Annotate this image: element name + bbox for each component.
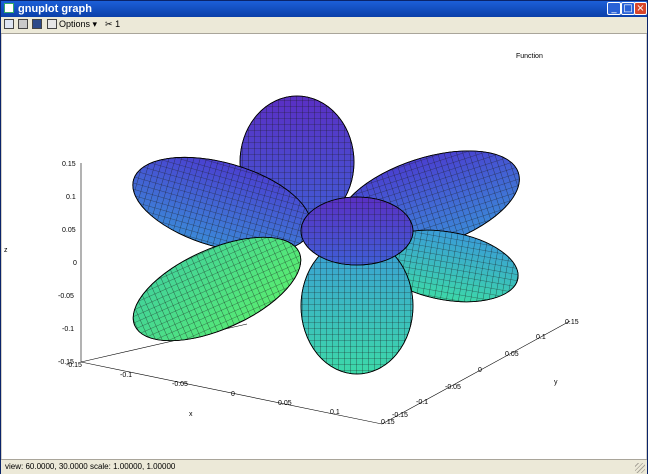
y-axis-ticks: -0.15 -0.1 -0.05 0 0.05 0.1 0.15	[392, 319, 579, 419]
y-tick: 0.05	[505, 351, 519, 358]
x-axis-label: x	[189, 411, 193, 418]
z-tick: 0.05	[62, 227, 76, 234]
chevron-down-icon: ▾	[92, 19, 98, 29]
mouse-count: 1	[115, 19, 121, 29]
copy-icon[interactable]	[4, 19, 14, 29]
close-icon: ×	[636, 3, 645, 14]
x-tick: -0.1	[120, 372, 132, 379]
center-lobe	[300, 196, 414, 266]
y-tick: 0.1	[536, 334, 546, 341]
z-axis-label: z	[4, 247, 8, 254]
y-tick: -0.1	[416, 399, 428, 406]
mouse-toggle-button[interactable]: ✂ 1	[105, 18, 120, 31]
x-tick: 0.1	[330, 409, 340, 416]
gnuplot-icon	[4, 3, 14, 13]
save-icon[interactable]	[32, 19, 42, 29]
z-tick: 0	[73, 260, 77, 267]
x-tick: -0.05	[172, 381, 188, 388]
y-tick: -0.15	[392, 412, 408, 419]
x-tick: 0.15	[381, 419, 395, 426]
x-tick: -0.15	[66, 362, 82, 369]
options-icon	[47, 19, 57, 29]
z-axis-ticks: 0.15 0.1 0.05 0 -0.05 -0.1 -0.15	[58, 161, 77, 366]
minimize-icon: _	[611, 3, 617, 14]
maximize-icon: □	[623, 3, 633, 14]
z-tick: -0.05	[58, 293, 74, 300]
plot-area[interactable]: Function 0.15 0.1 0.05 0 -0.05 -0.1 -0.1…	[2, 34, 646, 459]
x-tick: 0	[231, 391, 235, 398]
status-bar: view: 60.0000, 30.0000 scale: 1.00000, 1…	[1, 459, 647, 474]
y-axis-label: y	[554, 379, 558, 386]
plot-title: Function	[516, 53, 543, 60]
print-icon[interactable]	[18, 19, 28, 29]
title-bar[interactable]: gnuplot graph _ □ ×	[1, 1, 647, 17]
window-title: gnuplot graph	[18, 3, 92, 15]
z-tick: 0.1	[66, 194, 76, 201]
z-tick: -0.1	[62, 326, 74, 333]
gnuplot-window: gnuplot graph _ □ × Options ▾ ✂ 1 Functi…	[0, 0, 648, 474]
minimize-button[interactable]: _	[607, 2, 621, 15]
close-button[interactable]: ×	[634, 2, 647, 15]
maximize-button[interactable]: □	[621, 2, 635, 15]
y-tick: 0.15	[565, 319, 579, 326]
z-tick: 0.15	[62, 161, 76, 168]
resize-grip-icon[interactable]	[635, 463, 645, 473]
status-text: view: 60.0000, 30.0000 scale: 1.00000, 1…	[5, 462, 176, 471]
plot-canvas: Function 0.15 0.1 0.05 0 -0.05 -0.1 -0.1…	[4, 53, 579, 426]
y-tick: -0.05	[445, 384, 461, 391]
options-label: Options	[59, 19, 91, 29]
y-tick: 0	[478, 367, 482, 374]
options-menu-button[interactable]: Options ▾	[59, 18, 97, 31]
x-tick: 0.05	[278, 400, 292, 407]
surface-plot	[132, 95, 520, 375]
toolbar: Options ▾ ✂ 1	[1, 17, 647, 34]
mouse-icon: ✂	[105, 19, 113, 29]
